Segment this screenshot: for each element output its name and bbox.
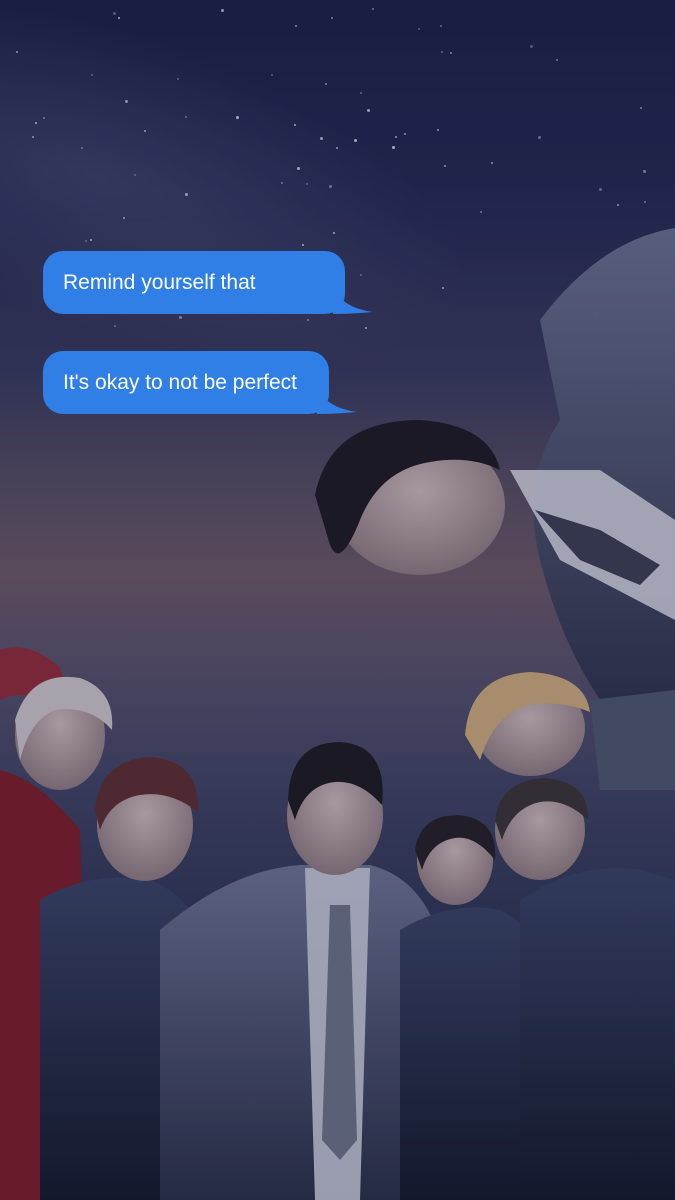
bubble-tail-1 <box>333 288 373 314</box>
message-bubble-1: Remind yourself that <box>43 251 373 314</box>
message-text-1: Remind yourself that <box>63 271 256 294</box>
group-photo <box>0 0 675 1200</box>
message-text-2: It's okay to not be perfect <box>63 371 297 394</box>
message-bubble-2: It's okay to not be perfect <box>43 351 357 414</box>
dim-overlay <box>0 0 675 1200</box>
bubble-tail-2 <box>317 388 357 414</box>
wallpaper: Remind yourself that It's okay to not be… <box>0 0 675 1200</box>
